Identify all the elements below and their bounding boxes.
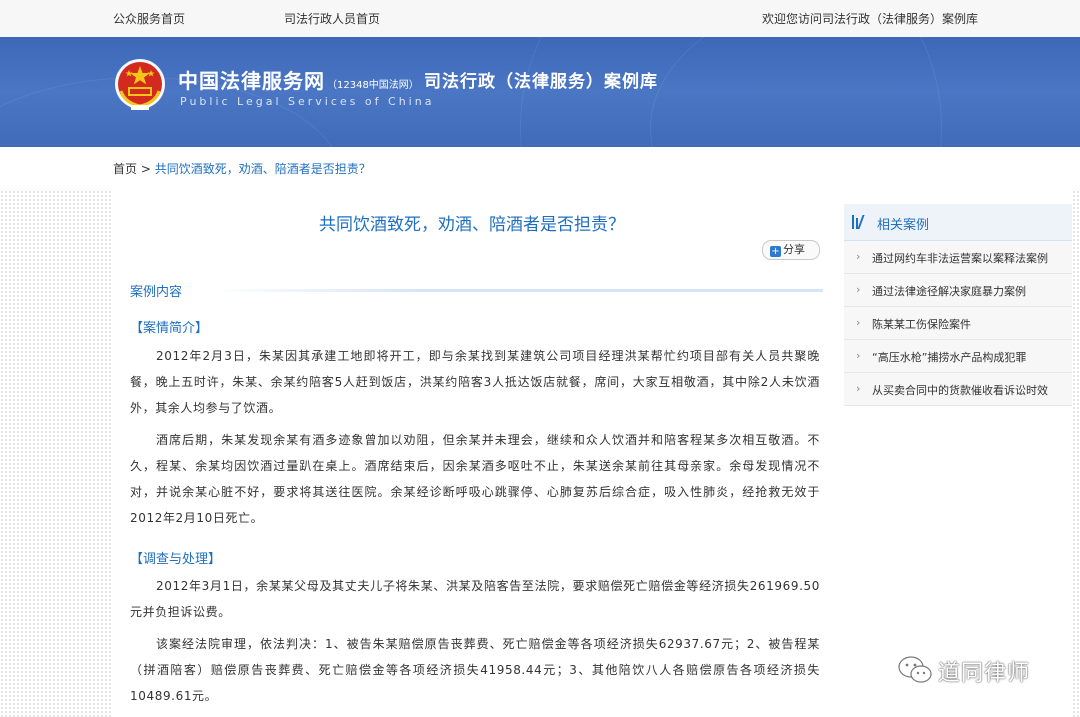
breadcrumb-home-link[interactable]: 首页 (113, 162, 137, 176)
chevron-right-icon: › (856, 283, 861, 296)
investigation-heading: 【调查与处理】 (130, 552, 222, 567)
breadcrumb-current: 共同饮酒致死，劝酒、陪酒者是否担责？ (154, 162, 371, 176)
watermark-text: 道同律师 (938, 661, 1031, 686)
related-case-label: 通过网约车非法运营案以案释法案例 (872, 252, 1048, 265)
chevron-right-icon: › (856, 349, 861, 362)
chevron-right-icon: › (856, 382, 861, 395)
article-main: 共同饮酒致死，劝酒、陪酒者是否担责？ + 分享 案例内容 【案情简介】 2012年… (113, 190, 831, 717)
related-case-label: “高压水枪”捕捞水产品构成犯罪 (872, 351, 1027, 364)
public-home-link[interactable]: 公众服务首页 (113, 10, 185, 27)
bar-chart-icon (852, 215, 866, 229)
chevron-right-icon: › (856, 316, 861, 329)
related-case-item[interactable]: › 陈某某工伤保险案件 (844, 307, 1072, 340)
section-title: 司法行政（法律服务）案例库 (424, 72, 658, 92)
site-name-text: 中国法律服务网 (178, 69, 325, 93)
wechat-icon (898, 656, 932, 683)
related-case-label: 从买卖合同中的货款催收看诉讼时效 (872, 384, 1048, 397)
staff-home-link[interactable]: 司法行政人员首页 (284, 10, 380, 27)
case-paragraph-3: 2012年3月1日，余某某父母及其丈夫儿子将朱某、洪某及陪客告至法院，要求赔偿死… (130, 579, 820, 619)
case-paragraph-4: 该案经法院审理，依法判决：1、被告朱某赔偿原告丧葬费、死亡赔偿金等各项经济损失6… (130, 637, 820, 703)
sidebar-header: 相关案例 (844, 204, 1072, 241)
top-nav-bar: 公众服务首页 司法行政人员首页 欢迎您访问司法行政（法律服务）案例库 (0, 0, 1080, 37)
related-case-item[interactable]: › 通过法律途径解决家庭暴力案例 (844, 274, 1072, 307)
related-case-label: 通过法律途径解决家庭暴力案例 (872, 285, 1026, 298)
right-margin-pattern (1072, 190, 1080, 717)
case-paragraph-1: 2012年2月3日，朱某因其承建工地即将开工，即与余某找到某建筑公司项目经理洪某… (130, 349, 820, 415)
hotline-text: （12348中国法网） (327, 80, 419, 91)
section-divider (207, 289, 823, 292)
welcome-link[interactable]: 欢迎您访问司法行政（法律服务）案例库 (762, 10, 978, 27)
plus-icon: + (770, 246, 781, 257)
related-case-item[interactable]: › 通过网约车非法运营案以案释法案例 (844, 241, 1072, 274)
related-cases-sidebar: 相关案例 › 通过网约车非法运营案以案释法案例 › 通过法律途径解决家庭暴力案例 ›… (844, 204, 1072, 406)
case-paragraph-2: 酒席后期，朱某发现余某有酒多迹象曾加以劝阻，但余某并未理会，继续和众人饮酒并和陪… (130, 433, 820, 525)
site-name-en: Public Legal Services of China (180, 95, 435, 108)
banner-decoration (650, 37, 1080, 147)
share-button[interactable]: + 分享 (762, 240, 820, 260)
case-content-label: 案例内容 (130, 285, 183, 300)
breadcrumb-separator: > (137, 162, 155, 176)
related-cases-list: › 通过网约车非法运营案以案释法案例 › 通过法律途径解决家庭暴力案例 › 陈某某工伤… (844, 241, 1072, 406)
site-banner: 中国法律服务网 （12348中国法网） Public Legal Services… (0, 37, 1080, 147)
breadcrumb: 首页 > 共同饮酒致死，劝酒、陪酒者是否担责？ (113, 160, 371, 177)
wechat-watermark: 道同律师 (896, 652, 1056, 688)
case-brief-heading: 【案情简介】 (130, 321, 209, 336)
share-label: 分享 (783, 243, 805, 256)
article-title: 共同饮酒致死，劝酒、陪酒者是否担责？ (319, 215, 625, 235)
related-case-label: 陈某某工伤保险案件 (872, 318, 971, 331)
sidebar-title: 相关案例 (877, 218, 930, 233)
site-name-cn: 中国法律服务网 （12348中国法网） (178, 65, 419, 94)
related-case-item[interactable]: › 从买卖合同中的货款催收看诉讼时效 (844, 373, 1072, 406)
related-case-item[interactable]: › “高压水枪”捕捞水产品构成犯罪 (844, 340, 1072, 373)
chevron-right-icon: › (856, 250, 861, 263)
left-margin-pattern (0, 190, 112, 717)
national-emblem-logo[interactable] (113, 57, 167, 113)
